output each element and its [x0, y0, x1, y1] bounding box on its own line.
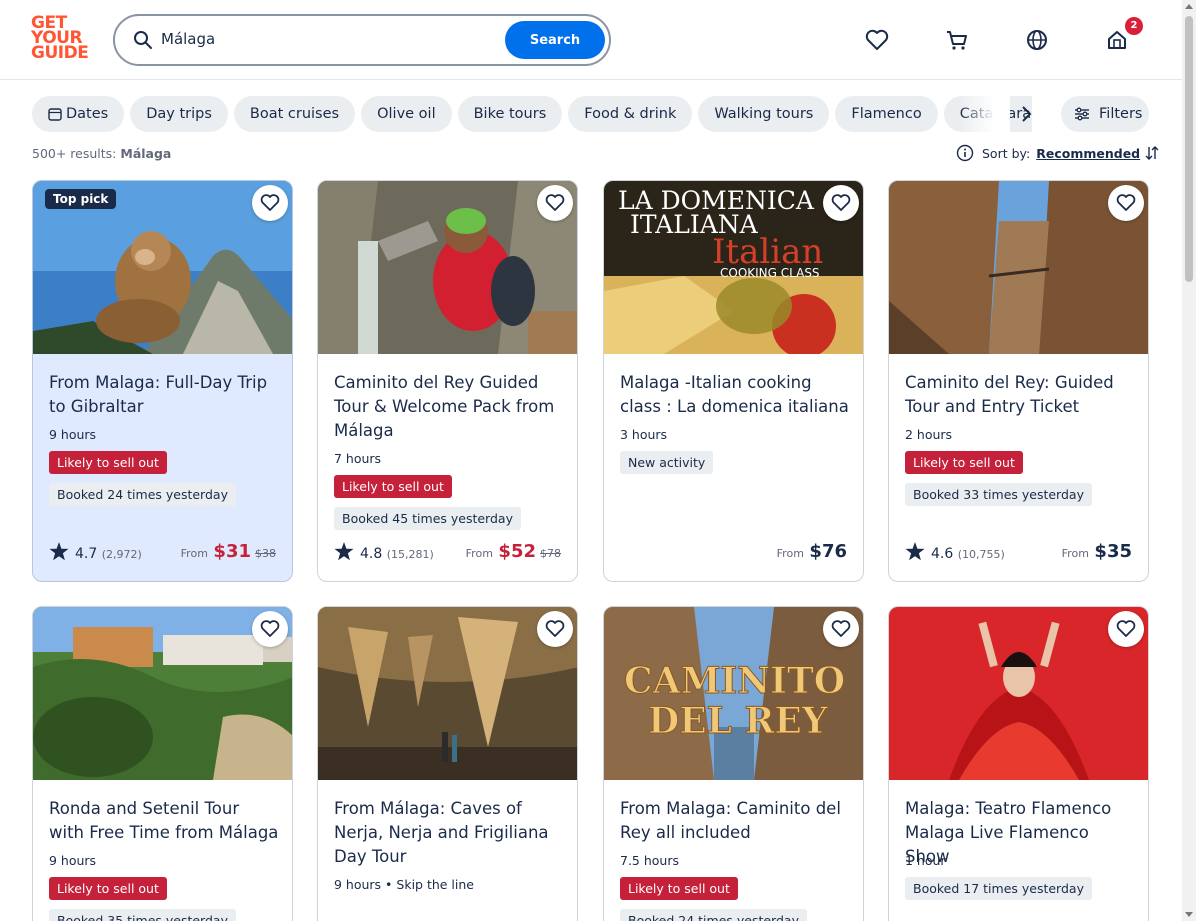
booked-tag: Booked 24 times yesterday [620, 909, 807, 921]
sell-out-tag: Likely to sell out [620, 877, 738, 900]
wishlist-button[interactable] [1108, 611, 1144, 647]
star-icon [334, 542, 354, 561]
sliders-icon [1075, 107, 1089, 121]
activity-title[interactable]: Caminito del Rey: Guided Tour and Entry … [905, 371, 1135, 419]
activity-duration: 9 hours • Skip the line [334, 877, 474, 892]
heart-icon [1116, 194, 1136, 211]
price: From $76 [776, 541, 847, 562]
calendar-icon [48, 108, 62, 121]
heart-icon[interactable] [863, 26, 891, 54]
activity-card[interactable]: Ronda and Setenil Tour with Free Time fr… [32, 606, 293, 921]
svg-text:COOKING CLASS: COOKING CLASS [720, 266, 820, 280]
activity-card[interactable]: Top pick From Malaga: Full-Day Trip to G… [32, 180, 293, 582]
star-icon [49, 542, 69, 561]
star-icon [905, 542, 925, 561]
activity-duration: 7 hours [334, 451, 382, 466]
sort-arrows-icon [1145, 146, 1159, 160]
heart-icon [260, 620, 280, 637]
info-icon[interactable] [956, 144, 974, 162]
chip-flamenco[interactable]: Flamenco [835, 96, 938, 132]
chip-food-drink[interactable]: Food & drink [568, 96, 693, 132]
search-icon [134, 31, 152, 49]
svg-text:CAMINITO: CAMINITO [624, 660, 845, 702]
activity-title[interactable]: From Malaga: Caminito del Rey all includ… [620, 797, 850, 845]
activity-title[interactable]: Malaga -Italian cooking class : La domen… [620, 371, 850, 419]
heart-icon [545, 194, 565, 211]
booked-tag: Booked 35 times yesterday [49, 909, 236, 921]
activity-card[interactable]: Caminito del Rey: Guided Tour and Entry … [888, 180, 1149, 582]
sort-control[interactable]: Sort by: Recommended [956, 144, 1160, 162]
globe-icon[interactable] [1023, 26, 1051, 54]
chips-fade [960, 96, 1010, 132]
heart-icon [831, 194, 851, 211]
booked-tag: Booked 17 times yesterday [905, 877, 1092, 900]
wishlist-button[interactable] [537, 185, 573, 221]
activity-duration: 9 hours [49, 853, 97, 868]
activity-title[interactable]: From Málaga: Caves of Nerja, Nerja and F… [334, 797, 564, 869]
chip-day-trips[interactable]: Day trips [130, 96, 228, 132]
wishlist-button[interactable] [537, 611, 573, 647]
booked-tag: Booked 45 times yesterday [334, 507, 521, 530]
price: From $31 $38 [180, 541, 276, 562]
rating: 4.7 (2,972) [49, 542, 142, 562]
results-count: 500+ results: Málaga [32, 146, 172, 161]
activity-card[interactable]: Malaga: Teatro Flamenco Malaga Live Flam… [888, 606, 1149, 921]
price: From $52 $78 [465, 541, 561, 562]
sell-out-tag: Likely to sell out [905, 451, 1023, 474]
chip-olive-oil[interactable]: Olive oil [361, 96, 452, 132]
top-pick-badge: Top pick [45, 189, 117, 209]
scroll-up-arrow[interactable] [1185, 4, 1193, 9]
heart-icon [1116, 620, 1136, 637]
activity-card[interactable]: CAMINITO DEL REY From Malaga: Caminito d… [603, 606, 864, 921]
activity-duration: 7.5 hours [620, 853, 679, 868]
booked-tag: Booked 33 times yesterday [905, 483, 1092, 506]
scroll-down-arrow[interactable] [1185, 912, 1193, 917]
wishlist-button[interactable] [823, 611, 859, 647]
scrollbar-thumb[interactable] [1185, 16, 1193, 282]
sell-out-tag: Likely to sell out [49, 877, 167, 900]
chip-dates[interactable]: Dates [32, 96, 125, 132]
chip-bike-tours[interactable]: Bike tours [457, 96, 563, 132]
svg-text:DEL REY: DEL REY [648, 700, 829, 742]
wishlist-button[interactable] [1108, 185, 1144, 221]
wishlist-button[interactable] [252, 611, 288, 647]
activity-duration: 2 hours [905, 427, 953, 442]
search-button[interactable]: Search [505, 21, 605, 59]
sort-value[interactable]: Recommended [1036, 146, 1140, 161]
activity-duration: 1 hour [905, 853, 946, 868]
filter-chips: Dates Day trips Boat cruises Olive oil Bike … [32, 96, 1032, 132]
search-bar[interactable]: Málaga Search [113, 14, 611, 66]
heart-icon [545, 620, 565, 637]
activity-title[interactable]: Caminito del Rey Guided Tour & Welcome P… [334, 371, 564, 443]
booked-tag: Booked 24 times yesterday [49, 483, 236, 506]
notification-badge: 2 [1125, 17, 1143, 35]
rating: 4.6 (10,755) [905, 542, 1005, 562]
chip-boat-cruises[interactable]: Boat cruises [233, 96, 356, 132]
cart-icon[interactable] [943, 26, 971, 54]
wishlist-button[interactable] [823, 185, 859, 221]
activity-card[interactable]: LA DOMENICA ITALIANA Italian COOKING CLA… [603, 180, 864, 582]
activity-card[interactable]: From Málaga: Caves of Nerja, Nerja and F… [317, 606, 578, 921]
new-activity-tag: New activity [620, 451, 714, 474]
heart-icon [831, 620, 851, 637]
sell-out-tag: Likely to sell out [334, 475, 452, 498]
wishlist-button[interactable] [252, 185, 288, 221]
activity-duration: 3 hours [620, 427, 668, 442]
chip-walking-tours[interactable]: Walking tours [698, 96, 830, 132]
activity-card[interactable]: Caminito del Rey Guided Tour & Welcome P… [317, 180, 578, 582]
activity-title[interactable]: From Malaga: Full-Day Trip to Gibraltar [49, 371, 279, 419]
activity-title[interactable]: Ronda and Setenil Tour with Free Time fr… [49, 797, 279, 845]
top-header: GET YOUR GUIDE Málaga Search 2 [0, 0, 1182, 80]
activity-duration: 9 hours [49, 427, 97, 442]
price: From $35 [1061, 541, 1132, 562]
filters-button[interactable]: Filters [1061, 96, 1149, 132]
search-input[interactable]: Málaga [161, 30, 215, 48]
getyourguide-logo[interactable]: GET YOUR GUIDE [31, 15, 89, 64]
sell-out-tag: Likely to sell out [49, 451, 167, 474]
rating: 4.8 (15,281) [334, 542, 434, 562]
page-scrollbar[interactable] [1182, 0, 1196, 921]
heart-icon [260, 194, 280, 211]
chevron-right-icon[interactable] [1014, 102, 1038, 126]
